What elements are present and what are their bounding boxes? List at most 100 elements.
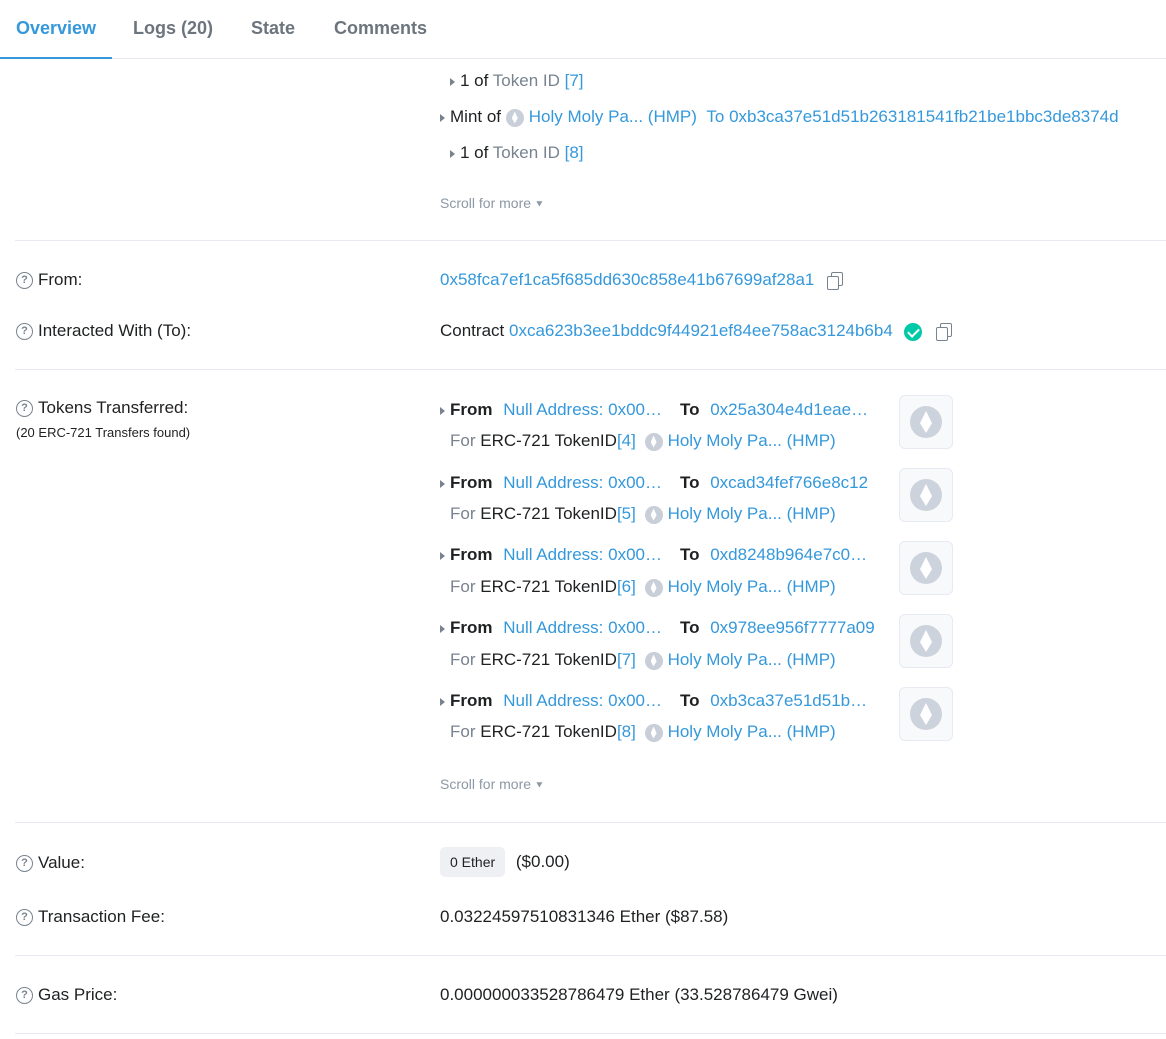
tab-state[interactable]: State xyxy=(235,0,311,59)
nft-thumbnail[interactable] xyxy=(899,614,953,668)
token-type-label: ERC-721 TokenID xyxy=(480,504,617,523)
caret-right-icon[interactable] xyxy=(440,479,445,488)
ethereum-token-icon xyxy=(644,505,663,524)
from-address-link[interactable]: Null Address: 0x000...000 xyxy=(503,691,671,711)
nft-thumbnail[interactable] xyxy=(899,687,953,741)
gas-price-label: Gas Price: xyxy=(38,985,118,1004)
token-id-link[interactable]: [4] xyxy=(617,431,636,450)
token-id-link[interactable]: [6] xyxy=(617,577,636,596)
transfer-token-line: For ERC-721 TokenID[4] Holy Moly Pa... (… xyxy=(450,431,836,451)
ethereum-icon xyxy=(910,406,942,438)
from-address-link[interactable]: Null Address: 0x000...000 xyxy=(503,400,671,420)
for-label: For xyxy=(450,650,476,669)
contract-address-link[interactable]: 0xca623b3ee1bddc9f44921ef84ee758ac3124b6… xyxy=(509,321,893,340)
copy-icon[interactable] xyxy=(827,271,844,290)
caret-right-icon[interactable] xyxy=(440,406,445,415)
from-value: 0x58fca7ef1ca5f685dd630c858e41b67699af28… xyxy=(440,270,844,290)
token-link[interactable]: Holy Moly Pa... (HMP) xyxy=(668,431,836,450)
nft-thumbnail[interactable] xyxy=(899,395,953,449)
tokens-transferred-count: (20 ERC-721 Transfers found) xyxy=(16,425,191,440)
question-circle-icon[interactable]: ? xyxy=(16,322,33,340)
token-id-link[interactable]: [8] xyxy=(565,143,584,162)
token-id-label: Token ID xyxy=(492,143,560,162)
gas-price-value: 0.000000033528786479 Ether (33.528786479… xyxy=(440,985,838,1004)
token-id-link[interactable]: [7] xyxy=(617,650,636,669)
divider xyxy=(15,1033,1166,1034)
caret-right-icon[interactable] xyxy=(450,77,455,86)
divider xyxy=(15,955,1166,956)
token-id-link[interactable]: [5] xyxy=(617,504,636,523)
transfer-item: From Null Address: 0x000...000 To 0x25a3… xyxy=(440,400,875,420)
mint-prefix: Mint of xyxy=(450,107,502,126)
tab-logs[interactable]: Logs (20) xyxy=(117,0,229,59)
from-label: From: xyxy=(38,270,83,289)
transfer-item: From Null Address: 0x000...000 To 0x978e… xyxy=(440,618,875,638)
to-address-link[interactable]: 0xcad34fef766e8c12 xyxy=(710,473,868,493)
ethereum-icon xyxy=(910,552,942,584)
question-circle-icon[interactable]: ? xyxy=(16,854,33,872)
from-address-link[interactable]: Null Address: 0x000...000 xyxy=(503,618,671,638)
token-id-link[interactable]: [7] xyxy=(565,71,584,90)
caret-right-icon[interactable] xyxy=(440,551,445,560)
token-link[interactable]: Holy Moly Pa... (HMP) xyxy=(668,650,836,669)
ethereum-token-icon xyxy=(644,578,663,597)
token-type-label: ERC-721 TokenID xyxy=(480,577,617,596)
caret-right-icon[interactable] xyxy=(450,149,455,158)
question-circle-icon[interactable]: ? xyxy=(16,399,33,417)
caret-right-icon[interactable] xyxy=(440,697,445,706)
scroll-more-label: Scroll for more xyxy=(440,195,532,211)
ethereum-token-icon xyxy=(644,723,663,742)
for-label: For xyxy=(450,504,476,523)
token-id-link[interactable]: [8] xyxy=(617,722,636,741)
token-type-label: ERC-721 TokenID xyxy=(480,722,617,741)
from-label: From xyxy=(450,691,493,710)
tokens-transferred-row-label: ? Tokens Transferred: xyxy=(16,398,188,418)
tokens-transferred-label: Tokens Transferred: xyxy=(38,398,189,417)
from-address-link[interactable]: 0x58fca7ef1ca5f685dd630c858e41b67699af28… xyxy=(440,270,814,289)
value-badge[interactable]: 0 Ether xyxy=(440,847,506,877)
tab-overview[interactable]: Overview xyxy=(0,0,113,59)
token-link[interactable]: Holy Moly Pa... (HMP) xyxy=(529,107,697,126)
interacted-label: Interacted With (To): xyxy=(38,321,192,340)
ethereum-icon xyxy=(910,625,942,657)
to-address-link[interactable]: 0x978ee956f7777a09 xyxy=(710,618,875,638)
to-address-link[interactable]: 0xd8248b964e7c0a21 xyxy=(710,545,875,565)
token-type-label: ERC-721 TokenID xyxy=(480,650,617,669)
tab-comments[interactable]: Comments xyxy=(318,0,443,59)
nft-thumbnail[interactable] xyxy=(899,468,953,522)
from-label: From xyxy=(450,618,493,637)
from-label: From xyxy=(450,473,493,492)
to-label: To xyxy=(679,691,700,710)
caret-right-icon[interactable] xyxy=(440,113,445,122)
transfer-item: From Null Address: 0x000...000 To 0xcad3… xyxy=(440,473,868,493)
value-label: Value: xyxy=(38,853,85,872)
from-row-label: ? From: xyxy=(16,270,82,290)
question-circle-icon[interactable]: ? xyxy=(16,271,33,289)
scroll-for-more[interactable]: Scroll for more ⯆ xyxy=(440,776,544,793)
ethereum-icon xyxy=(910,479,942,511)
caret-right-icon[interactable] xyxy=(440,624,445,633)
token-link[interactable]: Holy Moly Pa... (HMP) xyxy=(668,577,836,596)
to-label: To xyxy=(679,400,700,419)
fee-label: Transaction Fee: xyxy=(38,907,165,926)
from-address-link[interactable]: Null Address: 0x000...000 xyxy=(503,545,671,565)
token-link[interactable]: Holy Moly Pa... (HMP) xyxy=(668,722,836,741)
to-label: To xyxy=(679,618,700,637)
transfer-item: From Null Address: 0x000...000 To 0xb3ca… xyxy=(440,691,875,711)
nft-thumbnail[interactable] xyxy=(899,541,953,595)
divider xyxy=(15,369,1166,370)
to-address-link[interactable]: 0x25a304e4d1eae8c4 xyxy=(710,400,875,420)
from-address-link[interactable]: Null Address: 0x000...000 xyxy=(503,473,671,493)
scroll-more-label: Scroll for more xyxy=(440,776,532,792)
token-link[interactable]: Holy Moly Pa... (HMP) xyxy=(668,504,836,523)
scroll-for-more[interactable]: Scroll for more ⯆ xyxy=(440,195,544,212)
question-circle-icon[interactable]: ? xyxy=(16,908,33,926)
to-address-link[interactable]: 0xb3ca37e51d51b263 xyxy=(710,691,875,711)
log-prefix: 1 of xyxy=(460,71,489,90)
to-address-link[interactable]: 0xb3ca37e51d51b263181541fb21be1bbc3de837… xyxy=(729,107,1119,126)
copy-icon[interactable] xyxy=(936,322,953,341)
token-type-label: ERC-721 TokenID xyxy=(480,431,617,450)
for-label: For xyxy=(450,577,476,596)
from-label: From xyxy=(450,545,493,564)
question-circle-icon[interactable]: ? xyxy=(16,986,33,1004)
